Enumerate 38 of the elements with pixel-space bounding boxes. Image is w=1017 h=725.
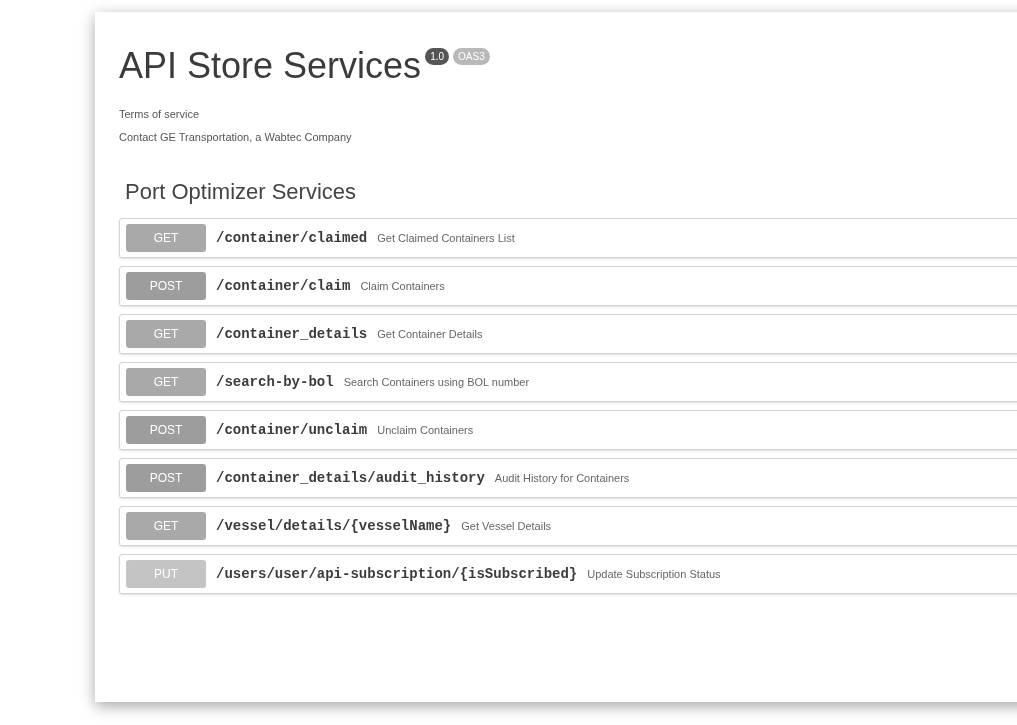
operation-row[interactable]: GET /container_details Get Container Details — [119, 314, 1017, 354]
info-link[interactable]: Terms of service — [119, 106, 200, 123]
operation-row[interactable]: POST /container/claim Claim Containers — [119, 266, 1017, 306]
section-title: Port Optimizer Services — [125, 178, 358, 206]
operation-path: /users/user/api-subscription/{isSubscribed} — [216, 564, 578, 584]
method-badge: GET — [126, 512, 206, 540]
operation-row[interactable]: POST /container_details/audit_history Audit History for Containers — [119, 458, 1017, 498]
operation-summary: Get Vessel Details — [461, 518, 552, 534]
method-badge: GET — [126, 368, 206, 396]
info-link[interactable]: Contact GE Transportation, a Wabtec Company — [119, 128, 352, 145]
operation-path: /container/claim — [216, 276, 351, 296]
operation-summary: Unclaim Containers — [377, 422, 474, 438]
method-badge: POST — [126, 464, 206, 492]
operation-summary: Get Container Details — [377, 326, 483, 342]
operation-summary: Update Subscription Status — [587, 566, 721, 582]
operation-summary: Audit History for Containers — [494, 470, 630, 486]
version-badge: OAS3 — [453, 48, 490, 65]
operation-row[interactable]: GET /search-by-bol Search Containers using BOL number — [119, 362, 1017, 402]
operation-path: /container_details/audit_history — [216, 468, 485, 488]
method-badge: GET — [126, 224, 206, 252]
operation-row[interactable]: GET /vessel/details/{vesselName} Get Vessel Details — [119, 506, 1017, 546]
operation-summary: Get Claimed Containers List — [377, 230, 515, 246]
operation-summary: Search Containers using BOL number — [343, 374, 530, 390]
operation-path: /container_details — [216, 324, 368, 344]
method-badge: GET — [126, 320, 206, 348]
operation-row[interactable]: GET /container/claimed Get Claimed Containers List — [119, 218, 1017, 258]
method-badge: POST — [126, 416, 206, 444]
method-badge: PUT — [126, 560, 206, 588]
operation-path: /container/claimed — [216, 228, 368, 248]
operation-row[interactable]: POST /container/unclaim Unclaim Containers — [119, 410, 1017, 450]
operation-path: /search-by-bol — [216, 372, 334, 392]
method-badge: POST — [126, 272, 206, 300]
api-title: API Store Services — [119, 48, 422, 84]
operation-summary: Claim Containers — [360, 278, 445, 294]
operation-path: /vessel/details/{vesselName} — [216, 516, 452, 536]
version-badge: 1.0 — [425, 48, 450, 65]
operation-path: /container/unclaim — [216, 420, 368, 440]
operation-row[interactable]: PUT /users/user/api-subscription/{isSubscribed} Update Subscription Status — [119, 554, 1017, 594]
